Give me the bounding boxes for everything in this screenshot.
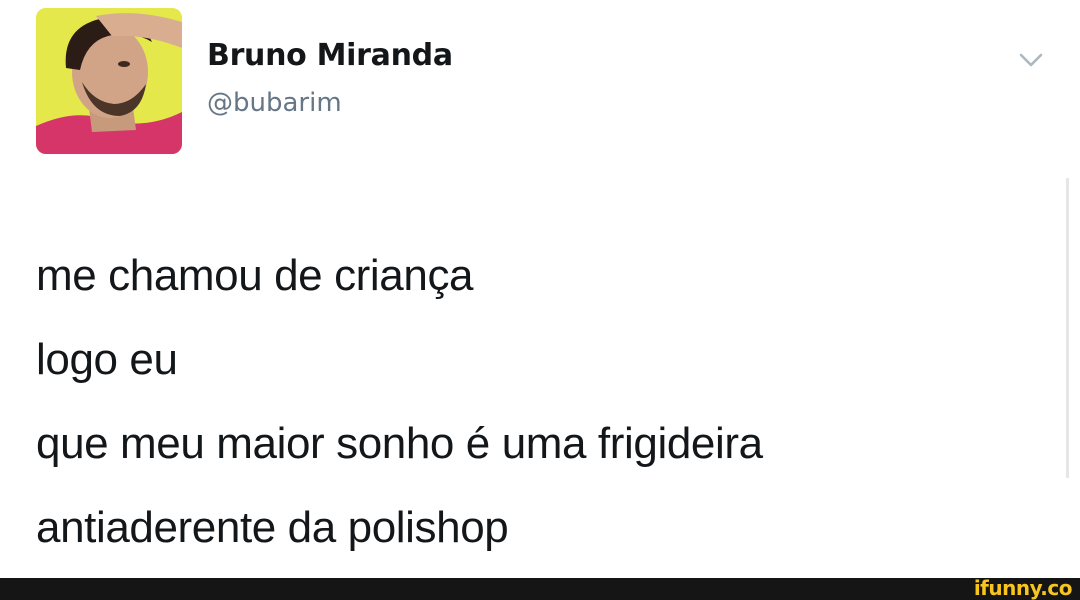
author-handle[interactable]: @bubarim: [207, 88, 342, 118]
author-name[interactable]: Bruno Miranda: [207, 38, 453, 73]
tweet-text: me chamou de criança logo eu que meu mai…: [36, 234, 1056, 570]
tweet-line: que meu maior sonho é uma frigideira: [36, 419, 763, 468]
avatar-photo: [36, 8, 182, 154]
chevron-down-icon[interactable]: [1014, 46, 1048, 74]
tweet-line: me chamou de criança: [36, 251, 474, 300]
tweet-line: logo eu: [36, 335, 178, 384]
footer-bar: [0, 578, 1080, 600]
tweet-line: antiaderente da polishop: [36, 503, 509, 552]
divider: [1066, 178, 1069, 478]
avatar[interactable]: [36, 8, 182, 154]
ifunny-watermark: ifunny.co: [973, 576, 1073, 600]
